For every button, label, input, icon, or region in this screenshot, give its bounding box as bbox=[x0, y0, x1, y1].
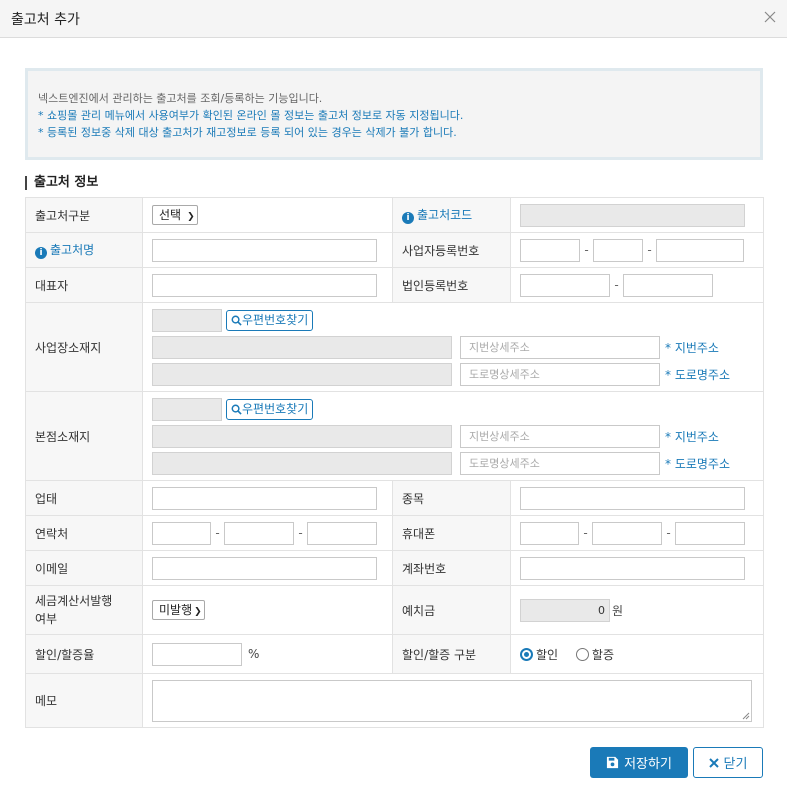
type-label: 출고처구분 bbox=[25, 197, 143, 233]
type-select-value: 선택 bbox=[159, 208, 182, 222]
hq-jibun-detail-input[interactable] bbox=[460, 424, 660, 448]
kind-radio-surcharge[interactable] bbox=[575, 647, 589, 661]
biz-road-address-input[interactable] bbox=[152, 362, 452, 386]
corpno-label: 법인등록번호 bbox=[392, 267, 511, 303]
close-icon[interactable] bbox=[763, 10, 777, 24]
section-title: 출고처 정보 bbox=[25, 176, 98, 190]
email-label: 이메일 bbox=[25, 550, 143, 586]
hq-zip-search-button[interactable]: 우편번호찾기 bbox=[226, 398, 314, 420]
name-input[interactable] bbox=[152, 238, 377, 262]
ceo-label: 대표자 bbox=[25, 267, 143, 303]
biz-zip-search-button[interactable]: 우편번호찾기 bbox=[226, 309, 314, 331]
ceo-input[interactable] bbox=[152, 273, 377, 297]
mobile-label: 휴대폰 bbox=[392, 515, 511, 551]
tax-label-line: 세금계산서발행 bbox=[35, 594, 113, 608]
biztype-label: 업태 bbox=[25, 480, 143, 516]
rate-input[interactable] bbox=[152, 642, 242, 666]
mobile-input-3[interactable] bbox=[675, 521, 745, 545]
biz-road-detail-input[interactable] bbox=[460, 362, 660, 386]
phone-input-2[interactable] bbox=[224, 521, 294, 545]
account-input[interactable] bbox=[520, 556, 745, 580]
biztype-input[interactable] bbox=[152, 486, 377, 510]
info-line: * 등록된 정보중 삭제 대상 출고처가 재고정보로 등록 되어 있는 경우는 … bbox=[38, 126, 457, 139]
memo-label: 메모 bbox=[25, 673, 143, 728]
jibun-note: * 지번주소 bbox=[665, 429, 719, 444]
name-label: i 출고처명 bbox=[25, 232, 143, 268]
email-input[interactable] bbox=[152, 556, 377, 580]
hq-road-detail-input[interactable] bbox=[460, 451, 660, 475]
dialog-header: 출고처 추가 bbox=[0, 0, 787, 38]
save-icon bbox=[607, 756, 619, 769]
biz-addr-label: 사업장소재지 bbox=[25, 302, 143, 392]
close-button[interactable]: 닫기 bbox=[693, 747, 763, 778]
phone-input-3[interactable] bbox=[307, 521, 377, 545]
code-input[interactable] bbox=[520, 203, 745, 227]
tax-label-line: 여부 bbox=[35, 612, 58, 626]
zip-button-label: 우편번호찾기 bbox=[242, 401, 309, 416]
phone-input-1[interactable] bbox=[152, 521, 211, 545]
hq-road-address-input[interactable] bbox=[152, 451, 452, 475]
biz-base-address-input[interactable] bbox=[152, 335, 452, 359]
phone-label: 연락처 bbox=[25, 515, 143, 551]
memo-textarea[interactable] bbox=[152, 679, 752, 722]
corpno-input-2[interactable] bbox=[623, 273, 713, 297]
info-box: 넥스트엔진에서 관리하는 출고처를 조회/등록하는 기능입니다. * 쇼핑몰 관… bbox=[25, 68, 763, 160]
deposit-input[interactable]: 0 bbox=[520, 598, 610, 622]
kind-radio-discount[interactable] bbox=[520, 647, 533, 661]
bizno-input-3[interactable] bbox=[656, 238, 744, 262]
road-note: * 도로명주소 bbox=[665, 456, 731, 471]
info-line: 넥스트엔진에서 관리하는 출고처를 조회/등록하는 기능입니다. bbox=[38, 92, 323, 105]
warehouse-form: 출고처구분 선택 ❯ i 출고처코드 i 출고처명 사업자등록번호 -- 대표자 법인… bbox=[25, 197, 764, 728]
corpno-input-1[interactable] bbox=[520, 273, 610, 297]
kind-radio-label: 할인 bbox=[536, 647, 559, 662]
code-label: i 출고처코드 bbox=[392, 197, 511, 233]
info-icon: i bbox=[35, 247, 47, 259]
info-icon: i bbox=[402, 212, 414, 224]
road-note: * 도로명주소 bbox=[665, 367, 731, 382]
info-line: * 쇼핑몰 관리 메뉴에서 사용여부가 확인된 온라인 몰 정보는 출고처 정보… bbox=[38, 109, 464, 122]
biz-jibun-detail-input[interactable] bbox=[460, 335, 660, 359]
bizno-label: 사업자등록번호 bbox=[392, 232, 511, 268]
close-x-icon bbox=[708, 757, 719, 768]
close-button-label: 닫기 bbox=[723, 757, 748, 772]
dialog-title: 출고처 추가 bbox=[11, 12, 80, 28]
zip-button-label: 우편번호찾기 bbox=[242, 312, 309, 327]
bizno-input-1[interactable] bbox=[520, 238, 580, 262]
kind-radio-label: 할증 bbox=[591, 647, 615, 662]
name-label-text: 출고처명 bbox=[50, 243, 95, 257]
search-icon bbox=[231, 315, 242, 326]
mobile-input-1[interactable] bbox=[520, 521, 579, 545]
resize-grip-icon[interactable] bbox=[742, 712, 750, 720]
search-icon bbox=[231, 404, 242, 415]
save-button[interactable]: 저장하기 bbox=[590, 747, 688, 778]
bizitem-label: 종목 bbox=[392, 480, 511, 516]
save-button-label: 저장하기 bbox=[624, 757, 672, 772]
bizitem-input[interactable] bbox=[520, 486, 745, 510]
chevron-down-icon: ❯ bbox=[194, 607, 202, 617]
hq-base-address-input[interactable] bbox=[152, 424, 452, 448]
chevron-down-icon: ❯ bbox=[187, 212, 195, 222]
code-label-text: 출고처코드 bbox=[417, 208, 473, 222]
biz-zipcode-input[interactable] bbox=[152, 308, 222, 332]
tax-label: 세금계산서발행 여부 bbox=[25, 585, 143, 635]
tax-select[interactable]: 미발행 ❯ bbox=[152, 600, 205, 620]
mobile-input-2[interactable] bbox=[592, 521, 662, 545]
type-select[interactable]: 선택 ❯ bbox=[152, 205, 198, 225]
kind-label: 할인/할증 구분 bbox=[392, 634, 511, 674]
hq-addr-label: 본점소재지 bbox=[25, 391, 143, 481]
rate-unit: % bbox=[248, 647, 260, 661]
hq-zipcode-input[interactable] bbox=[152, 397, 222, 421]
jibun-note: * 지번주소 bbox=[665, 340, 719, 355]
deposit-label: 예치금 bbox=[392, 585, 511, 635]
bizno-input-2[interactable] bbox=[593, 238, 643, 262]
tax-select-value: 미발행 bbox=[159, 603, 193, 617]
deposit-unit: 원 bbox=[612, 603, 624, 618]
rate-label: 할인/할증율 bbox=[25, 634, 143, 674]
account-label: 계좌번호 bbox=[392, 550, 511, 586]
